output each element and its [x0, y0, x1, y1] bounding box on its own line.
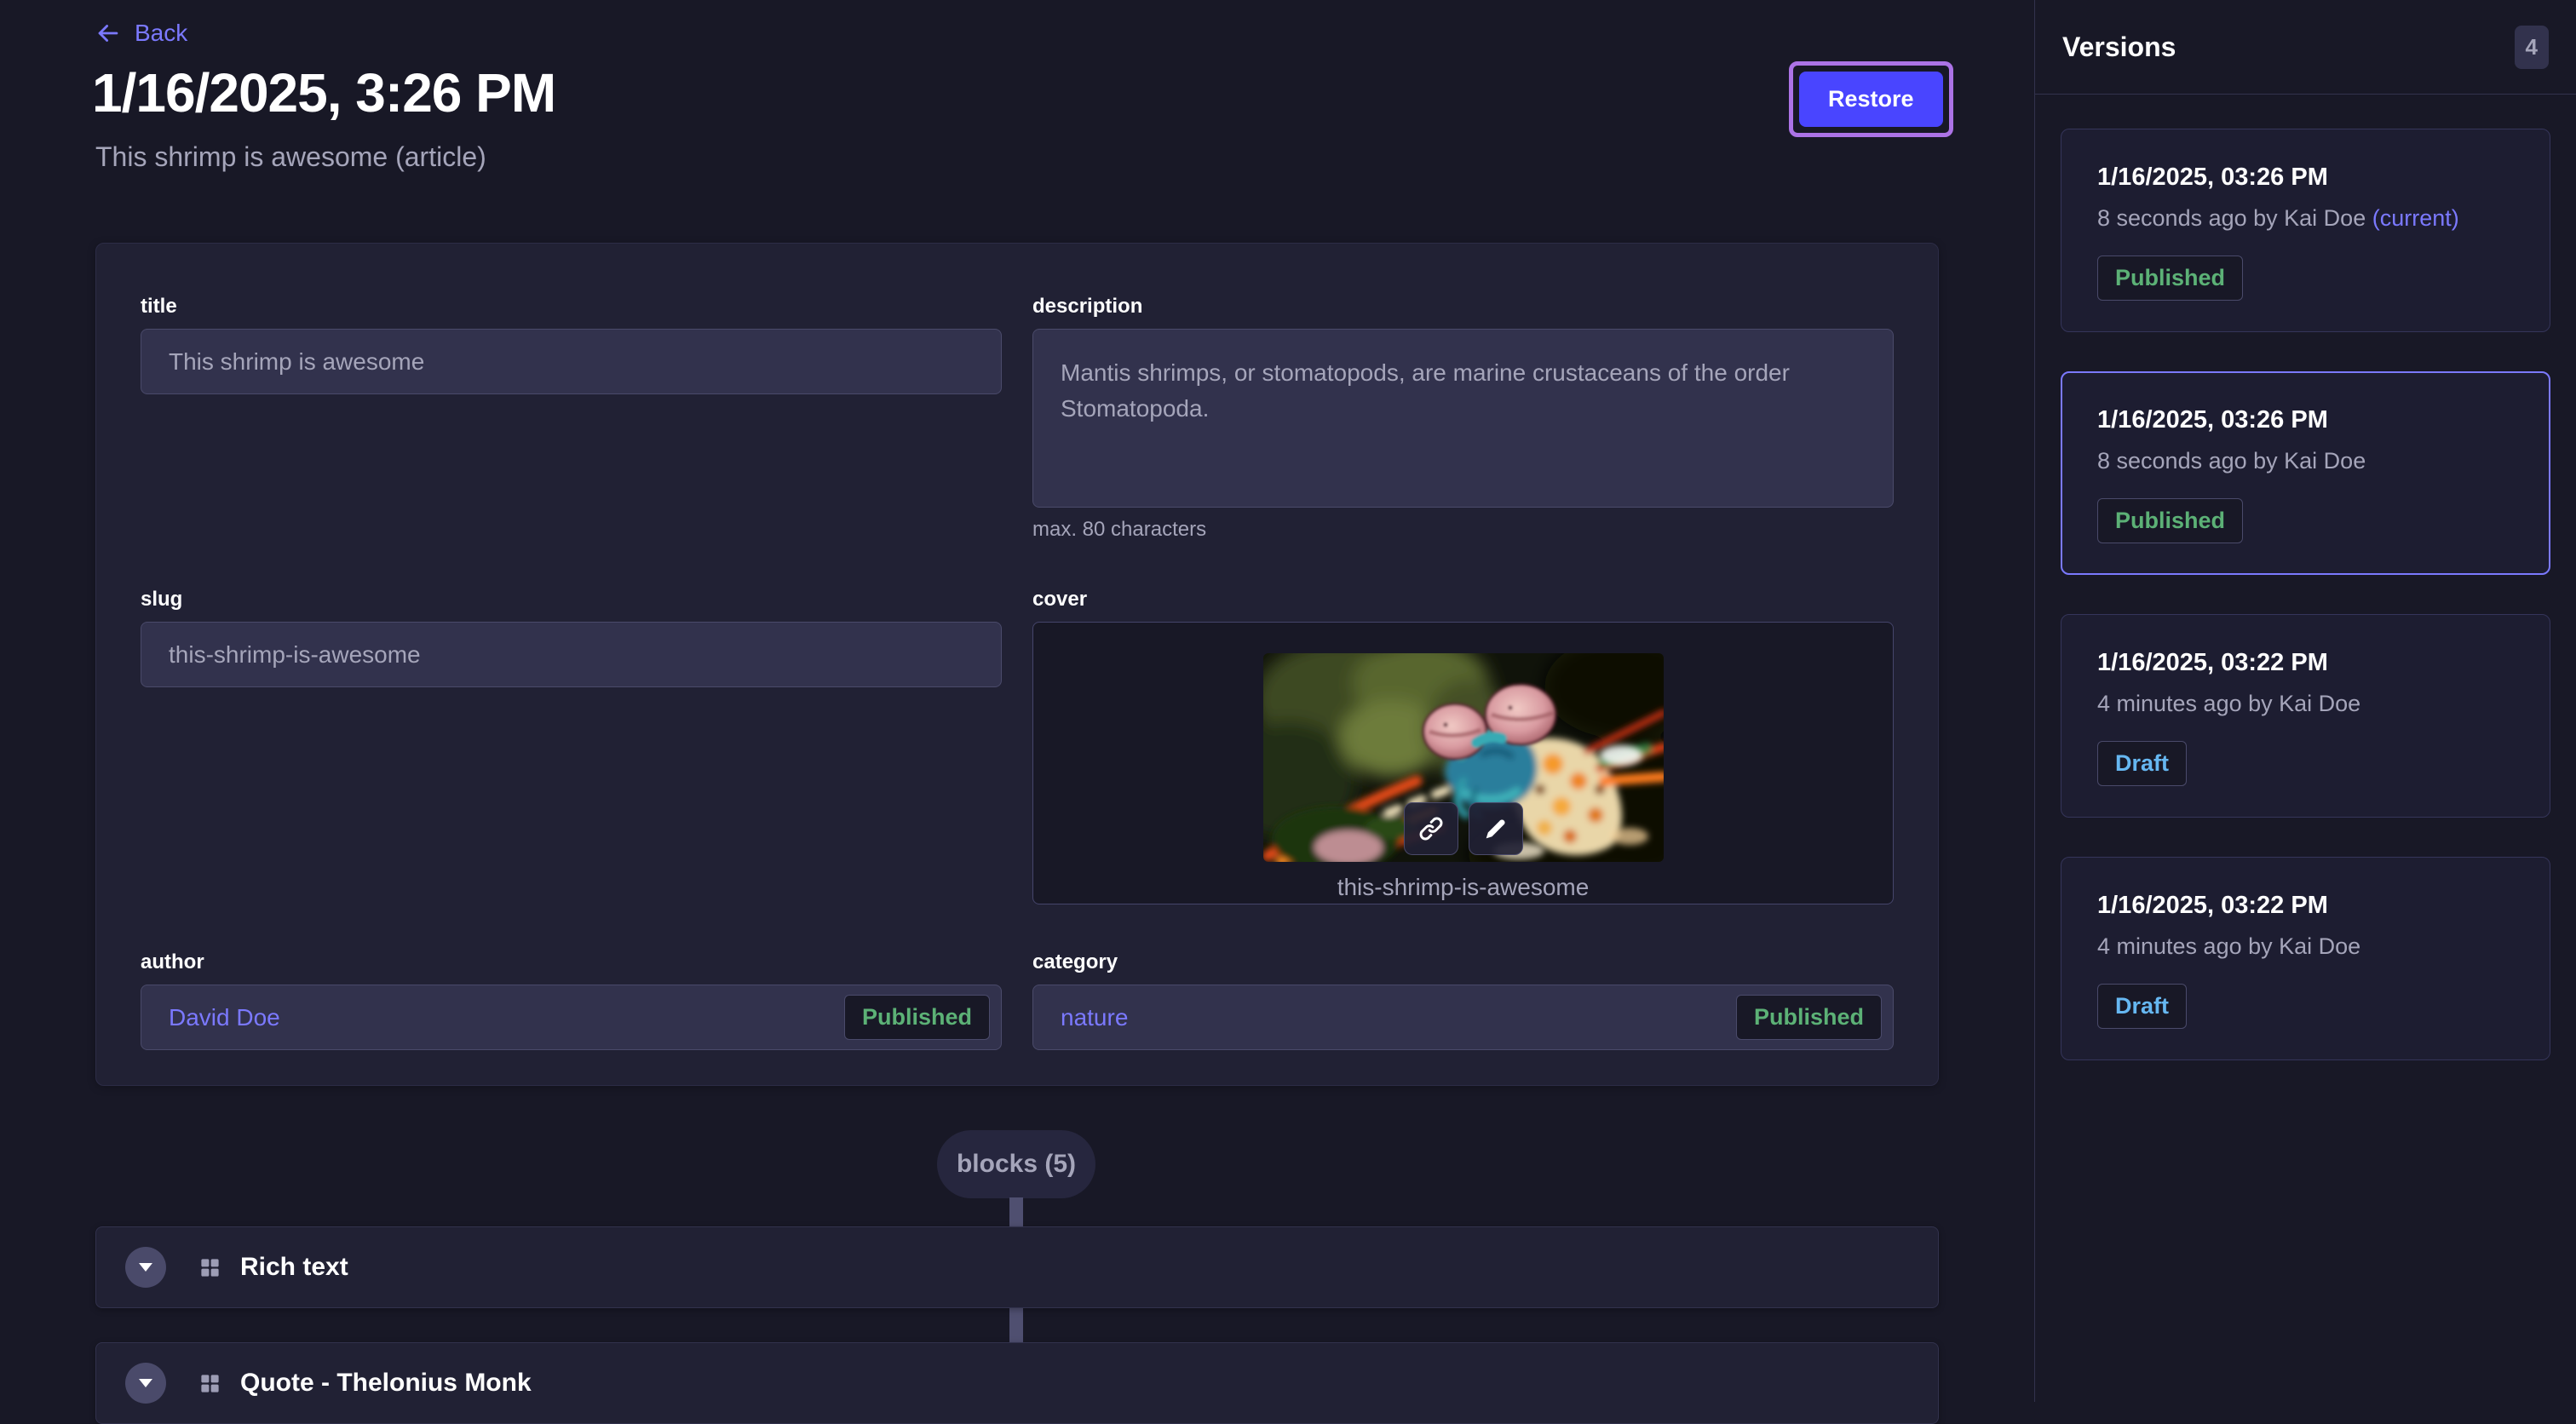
field-slug: slug this-shrimp-is-awesome	[141, 588, 1002, 687]
versions-header: Versions 4	[2035, 0, 2576, 95]
field-cover: cover	[1032, 588, 1894, 904]
version-status-row: Published	[2097, 498, 2514, 543]
version-meta: 8 seconds ago by Kai Doe (current)	[2097, 205, 2514, 232]
version-date: 1/16/2025, 03:26 PM	[2097, 164, 2514, 192]
title-input[interactable]: This shrimp is awesome	[141, 329, 1002, 394]
version-status-row: Draft	[2097, 984, 2514, 1029]
status-badge: Draft	[2097, 741, 2187, 786]
restore-button[interactable]: Restore	[1799, 72, 1943, 127]
author-link[interactable]: David Doe	[169, 1004, 280, 1031]
category-link[interactable]: nature	[1061, 1004, 1128, 1031]
category-status-badge: Published	[1736, 995, 1882, 1040]
block-label: Rich text	[240, 1253, 348, 1282]
versions-sidebar: Versions 4 1/16/2025, 03:26 PM 8 seconds…	[2034, 0, 2576, 1402]
version-current-tag: (current)	[2372, 205, 2459, 231]
chevron-down-icon[interactable]	[125, 1363, 166, 1404]
version-meta-text: 4 minutes ago by Kai Doe	[2097, 933, 2360, 959]
field-title: title This shrimp is awesome	[141, 295, 1002, 394]
version-meta-text: 8 seconds ago by Kai Doe	[2097, 205, 2366, 231]
arrow-left-icon	[94, 19, 123, 48]
author-status-badge: Published	[844, 995, 990, 1040]
back-label: Back	[135, 20, 187, 47]
version-card-selected[interactable]: 1/16/2025, 03:26 PM 8 seconds ago by Kai…	[2061, 371, 2550, 575]
slug-label: slug	[141, 588, 1002, 612]
version-card[interactable]: 1/16/2025, 03:22 PM 4 minutes ago by Kai…	[2061, 614, 2550, 818]
version-date: 1/16/2025, 03:26 PM	[2097, 406, 2514, 434]
version-status-row: Draft	[2097, 741, 2514, 786]
main-content-area: Back 1/16/2025, 3:26 PM This shrimp is a…	[0, 0, 2034, 1402]
version-meta-text: 8 seconds ago by Kai Doe	[2097, 448, 2366, 474]
description-textarea[interactable]: Mantis shrimps, or stomatopods, are mari…	[1032, 329, 1894, 508]
description-hint: max. 80 characters	[1032, 518, 1894, 542]
versions-count-badge: 4	[2515, 26, 2549, 69]
version-meta: 4 minutes ago by Kai Doe	[2097, 933, 2514, 960]
version-meta-text: 4 minutes ago by Kai Doe	[2097, 691, 2360, 716]
version-fields-card: title This shrimp is awesome description…	[95, 243, 1939, 1086]
author-relation-box: David Doe Published	[141, 985, 1002, 1050]
version-status-row: Published	[2097, 256, 2514, 301]
page-title: 1/16/2025, 3:26 PM	[92, 61, 555, 124]
title-label: title	[141, 295, 1002, 319]
slug-input[interactable]: this-shrimp-is-awesome	[141, 622, 1002, 687]
page-subtitle: This shrimp is awesome (article)	[95, 141, 486, 173]
category-label: category	[1032, 950, 1894, 974]
category-relation-box: nature Published	[1032, 985, 1894, 1050]
version-date: 1/16/2025, 03:22 PM	[2097, 892, 2514, 920]
pencil-icon	[1482, 815, 1509, 842]
blocks-connector-line	[1009, 1308, 1023, 1342]
cover-copy-link-button[interactable]	[1404, 802, 1458, 855]
block-accordion-rich-text[interactable]: Rich text	[95, 1226, 1939, 1308]
status-badge: Published	[2097, 256, 2243, 301]
field-author: author David Doe Published	[141, 950, 1002, 1050]
description-label: description	[1032, 295, 1894, 319]
version-card[interactable]: 1/16/2025, 03:22 PM 4 minutes ago by Kai…	[2061, 857, 2550, 1060]
author-label: author	[141, 950, 1002, 974]
cover-media-box: this-shrimp-is-awesome	[1032, 622, 1894, 904]
cover-image-mantis-shrimp	[1263, 653, 1664, 862]
back-link[interactable]: Back	[94, 19, 187, 48]
restore-button-focus-ring: Restore	[1789, 61, 1953, 137]
version-meta: 8 seconds ago by Kai Doe	[2097, 448, 2514, 474]
versions-title: Versions	[2062, 32, 2176, 63]
version-card[interactable]: 1/16/2025, 03:26 PM 8 seconds ago by Kai…	[2061, 129, 2550, 332]
cover-label: cover	[1032, 588, 1894, 612]
version-meta: 4 minutes ago by Kai Doe	[2097, 691, 2514, 717]
cover-edit-button[interactable]	[1469, 802, 1523, 855]
versions-list: 1/16/2025, 03:26 PM 8 seconds ago by Kai…	[2035, 95, 2576, 1094]
cover-image-actions	[1404, 802, 1523, 855]
cover-caption: this-shrimp-is-awesome	[1033, 874, 1893, 901]
component-grid-icon	[198, 1256, 221, 1279]
block-accordion-quote[interactable]: Quote - Thelonius Monk	[95, 1342, 1939, 1424]
status-badge: Published	[2097, 498, 2243, 543]
field-category: category nature Published	[1032, 950, 1894, 1050]
version-date: 1/16/2025, 03:22 PM	[2097, 649, 2514, 677]
field-description: description Mantis shrimps, or stomatopo…	[1032, 295, 1894, 542]
link-icon	[1417, 815, 1445, 842]
chevron-down-icon[interactable]	[125, 1247, 166, 1288]
component-grid-icon	[198, 1372, 221, 1395]
blocks-connector-line	[1009, 1197, 1023, 1226]
blocks-count-pill: blocks (5)	[937, 1130, 1095, 1198]
status-badge: Draft	[2097, 984, 2187, 1029]
block-label: Quote - Thelonius Monk	[240, 1369, 532, 1398]
